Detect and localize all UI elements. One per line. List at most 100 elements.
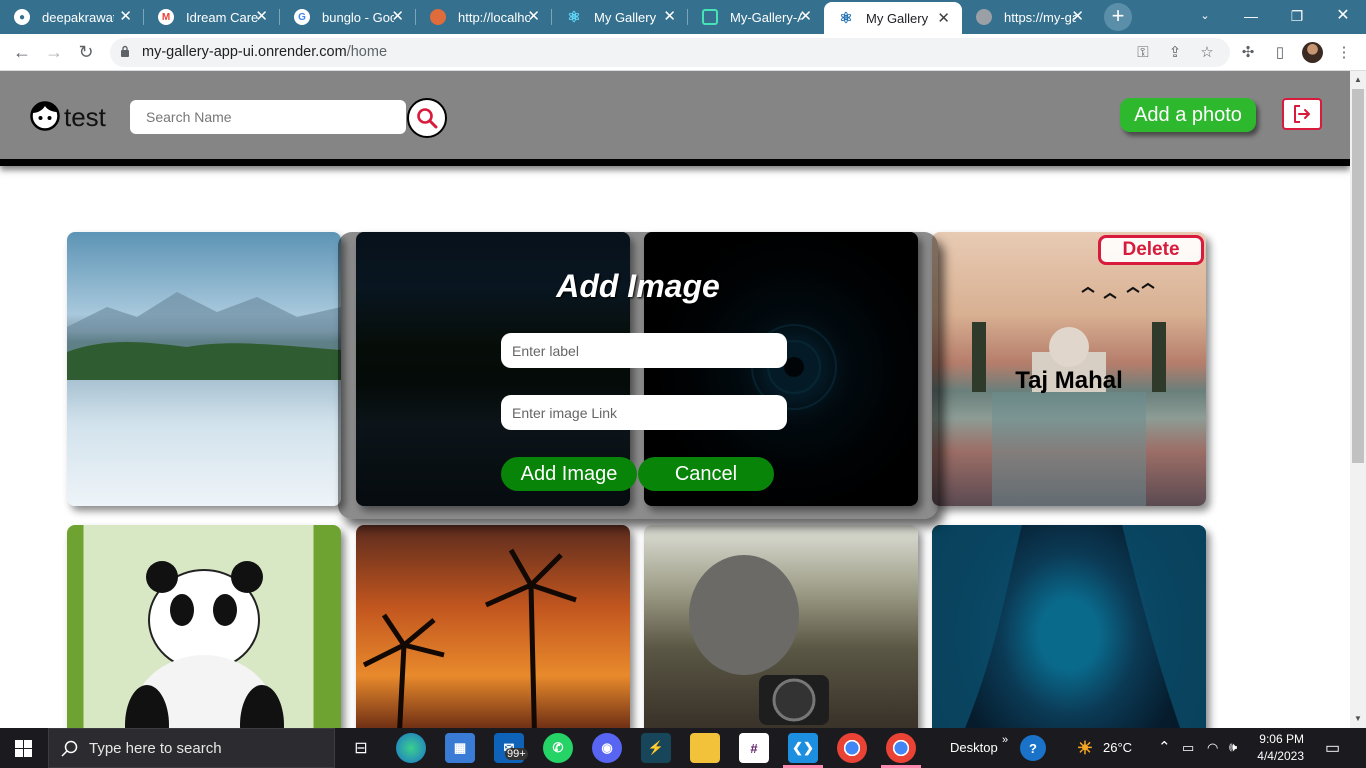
page-scrollbar[interactable]: ▲ ▼: [1350, 71, 1366, 728]
add-photo-button[interactable]: Add a photo: [1120, 98, 1256, 132]
clock-date[interactable]: 4/4/2023: [1252, 749, 1304, 763]
aurora-cave-graphic: [932, 525, 1206, 728]
lock-icon: [121, 45, 129, 57]
browser-tab-active[interactable]: ⚛ My Gallery ✕: [824, 2, 962, 34]
gallery-image-photographer[interactable]: [644, 525, 918, 728]
key-icon[interactable]: ⚿: [1134, 44, 1152, 62]
windows-start-icon[interactable]: [15, 740, 32, 757]
gallery-image-panda[interactable]: [67, 525, 341, 728]
close-icon[interactable]: ✕: [119, 9, 132, 24]
logout-button[interactable]: [1282, 98, 1322, 130]
browser-tab[interactable]: http://localho ✕: [416, 0, 552, 34]
google-icon: G: [294, 9, 310, 25]
browser-tab[interactable]: ● deepakrawat0 ✕: [0, 0, 144, 34]
restore-icon[interactable]: ❐: [1274, 0, 1320, 34]
extensions-icon[interactable]: ✣: [1238, 43, 1258, 63]
temperature[interactable]: 26°C: [1103, 740, 1132, 755]
chrome-icon[interactable]: [837, 733, 867, 763]
volume-icon[interactable]: 🕪: [1229, 739, 1237, 755]
discord-icon[interactable]: ◉: [592, 733, 622, 763]
search-input[interactable]: [130, 100, 406, 134]
image-label: Taj Mahal: [1015, 367, 1123, 394]
add-image-modal: Add Image Add Image Cancel: [338, 232, 938, 519]
label-input[interactable]: [501, 333, 787, 368]
close-icon[interactable]: ✕: [255, 9, 268, 24]
battery-icon[interactable]: ▭: [1182, 740, 1194, 756]
whatsapp-icon[interactable]: ✆: [543, 733, 573, 763]
vscode-icon[interactable]: ❮❯: [788, 733, 818, 763]
search-button[interactable]: [407, 98, 447, 138]
profile-avatar[interactable]: [1302, 42, 1323, 63]
browser-tab[interactable]: ⚛ My Gallery ✕: [552, 0, 688, 34]
gallery-image-taj-mahal[interactable]: Taj Mahal Delete: [932, 232, 1206, 506]
delete-button[interactable]: Delete: [1098, 235, 1204, 265]
wifi-icon[interactable]: ◠: [1207, 740, 1218, 756]
window-close-icon[interactable]: ✕: [1320, 0, 1366, 34]
desktop-toolbar-label[interactable]: Desktop: [950, 740, 998, 755]
add-image-button[interactable]: Add Image: [501, 457, 637, 491]
chrome-profile-icon[interactable]: [886, 733, 916, 763]
tab-title: http://localho: [458, 9, 530, 25]
notifications-icon[interactable]: ▭: [1325, 738, 1340, 758]
tray-chevron-up-icon[interactable]: ⌃: [1158, 738, 1171, 756]
close-icon[interactable]: ✕: [1071, 9, 1084, 24]
forward-icon[interactable]: →: [42, 40, 66, 64]
slack-icon[interactable]: #: [739, 733, 769, 763]
browser-tab[interactable]: G bunglo - Goo ✕: [280, 0, 416, 34]
search-icon: [61, 740, 78, 757]
scroll-down-icon[interactable]: ▼: [1354, 714, 1362, 723]
app-header: test Add a photo: [0, 71, 1350, 166]
image-link-input[interactable]: [501, 395, 787, 430]
browser-tab[interactable]: M Idream Caree ✕: [144, 0, 280, 34]
close-icon[interactable]: ✕: [391, 9, 404, 24]
new-tab-button[interactable]: +: [1104, 3, 1132, 31]
tab-title: My-Gallery-A: [730, 9, 802, 25]
tab-title: https://my-ga: [1004, 9, 1076, 25]
menu-dots-icon[interactable]: ⋮: [1334, 43, 1354, 63]
gmail-icon: M: [158, 9, 174, 25]
browser-tab[interactable]: https://my-ga ✕: [962, 0, 1096, 34]
scrollbar-thumb[interactable]: [1352, 89, 1364, 463]
task-view-icon[interactable]: ⊟: [346, 733, 376, 763]
weather-icon[interactable]: ☀: [1070, 733, 1100, 763]
cancel-button[interactable]: Cancel: [638, 457, 774, 491]
gallery-image-lake[interactable]: [67, 232, 341, 506]
share-icon[interactable]: ⇪: [1166, 44, 1184, 62]
browser-tab[interactable]: My-Gallery-A ✕: [688, 0, 824, 34]
reload-icon[interactable]: ↻: [74, 40, 98, 64]
close-icon[interactable]: ✕: [937, 11, 950, 26]
panda-graphic: [125, 561, 284, 728]
url-path: /home: [346, 44, 388, 60]
windows-taskbar: Type here to search ⊟ ▦ ✉ 99+ ✆ ◉ ⚡ # ❮❯…: [0, 728, 1366, 768]
bookmark-star-icon[interactable]: ☆: [1198, 44, 1216, 62]
tab-title: My Gallery: [866, 10, 929, 26]
taskbar-search-box[interactable]: Type here to search: [48, 728, 335, 768]
react-icon: ⚛: [839, 10, 853, 27]
close-icon[interactable]: ✕: [663, 9, 676, 24]
clock-time[interactable]: 9:06 PM: [1258, 732, 1304, 746]
file-explorer-icon[interactable]: [690, 733, 720, 763]
gallery-image-aurora-cave[interactable]: [932, 525, 1206, 728]
tab-search-icon[interactable]: ⌄: [1182, 0, 1228, 34]
search-icon: [417, 108, 438, 129]
web-page: test Add a photo: [0, 71, 1350, 728]
store-icon[interactable]: ▦: [445, 733, 475, 763]
side-panel-icon[interactable]: ▯: [1270, 43, 1290, 63]
back-icon[interactable]: ←: [10, 40, 34, 64]
help-icon[interactable]: ?: [1020, 735, 1046, 761]
chevron-icon[interactable]: »: [1002, 734, 1008, 746]
edge-icon[interactable]: [396, 733, 426, 763]
react-icon: ⚛: [567, 9, 581, 26]
face-logo-icon: [30, 101, 60, 131]
gallery-image-palm-sunset[interactable]: [356, 525, 630, 728]
github-icon: ●: [14, 9, 30, 25]
close-icon[interactable]: ✕: [799, 9, 812, 24]
tab-title: deepakrawat0: [42, 9, 114, 25]
minimize-icon[interactable]: —: [1228, 0, 1274, 34]
close-icon[interactable]: ✕: [527, 9, 540, 24]
address-bar[interactable]: my-gallery-app-ui.onrender.com/home ⚿ ⇪ …: [110, 38, 1230, 67]
scroll-up-icon[interactable]: ▲: [1354, 75, 1362, 84]
palm-trees-graphic: [362, 548, 577, 728]
browser-toolbar: ← → ↻ my-gallery-app-ui.onrender.com/hom…: [0, 34, 1366, 71]
terminal-icon[interactable]: ⚡: [641, 733, 671, 763]
